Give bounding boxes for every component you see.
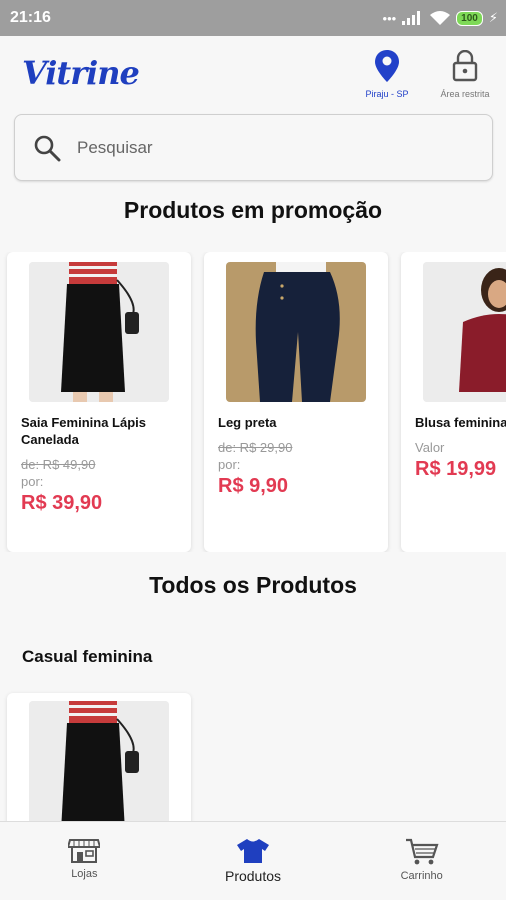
status-icons: ••• 100 ⚡ bbox=[383, 10, 498, 26]
dots-icon: ••• bbox=[382, 10, 397, 26]
product-image bbox=[29, 701, 169, 831]
nav-label: Carrinho bbox=[400, 870, 443, 882]
shirt-icon bbox=[237, 839, 269, 863]
product-name: Saia Feminina Lápis Canelada bbox=[21, 415, 146, 447]
all-products-title: Todos os Produtos bbox=[149, 572, 357, 598]
product-por-label: por: bbox=[218, 457, 241, 472]
nav-label: Lojas bbox=[71, 868, 98, 880]
wifi-icon bbox=[430, 11, 451, 25]
app-logo[interactable]: Vitrine bbox=[22, 54, 140, 92]
nav-item-carrinho[interactable]: Carrinho bbox=[337, 822, 506, 900]
product-old-price: de: R$ 49,90 bbox=[21, 457, 96, 472]
promo-section-title: Produtos em promoção bbox=[123, 197, 383, 223]
location-button[interactable]: Piraju - SP bbox=[356, 50, 418, 99]
signal-icon bbox=[402, 11, 421, 25]
product-price: R$ 19,99 bbox=[415, 458, 497, 480]
product-image bbox=[29, 262, 169, 402]
restricted-area-button[interactable]: Área restrita bbox=[434, 49, 496, 99]
bottom-navigation: Lojas Produtos Carrinho bbox=[0, 821, 506, 900]
search-input[interactable] bbox=[77, 137, 457, 158]
product-price: R$ 9,90 bbox=[218, 475, 289, 497]
status-time: 21:16 bbox=[10, 9, 51, 26]
search-bar[interactable] bbox=[14, 114, 493, 181]
promo-card[interactable]: Saia Feminina Lápis Canelada de: R$ 49,9… bbox=[7, 252, 191, 552]
promo-card[interactable]: Leg preta de: R$ 29,90 por: R$ 9,90 bbox=[204, 252, 388, 552]
location-pin-icon bbox=[375, 50, 399, 82]
battery-icon: 100 bbox=[456, 10, 483, 26]
product-old-price: de: R$ 29,90 bbox=[218, 440, 293, 455]
app-header: Vitrine Piraju - SP Área restrita bbox=[0, 36, 506, 112]
product-name: Blusa feminina bbox=[415, 415, 506, 430]
location-label: Piraju - SP bbox=[365, 89, 409, 99]
charging-icon: ⚡ bbox=[488, 10, 498, 25]
status-bar: 21:16 ••• 100 ⚡ bbox=[0, 0, 506, 36]
product-value-label: Valor bbox=[415, 440, 445, 455]
product-card[interactable] bbox=[7, 693, 191, 833]
product-price: R$ 39,90 bbox=[21, 492, 103, 514]
category-title: Casual feminina bbox=[22, 647, 153, 666]
promo-carousel[interactable]: Saia Feminina Lápis Canelada de: R$ 49,9… bbox=[0, 252, 506, 552]
nav-label: Produtos bbox=[224, 868, 282, 884]
nav-item-produtos[interactable]: Produtos bbox=[169, 822, 338, 900]
nav-item-lojas[interactable]: Lojas bbox=[0, 822, 169, 900]
lock-icon bbox=[452, 49, 478, 82]
product-name: Leg preta bbox=[218, 415, 277, 430]
cart-icon bbox=[405, 838, 439, 865]
restricted-area-label: Área restrita bbox=[440, 89, 490, 99]
product-image bbox=[226, 262, 366, 402]
store-icon bbox=[68, 839, 101, 863]
search-icon bbox=[34, 135, 61, 161]
product-por-label: por: bbox=[21, 474, 44, 489]
promo-card[interactable]: Blusa feminina Valor R$ 19,99 bbox=[401, 252, 506, 552]
product-image bbox=[423, 262, 506, 402]
